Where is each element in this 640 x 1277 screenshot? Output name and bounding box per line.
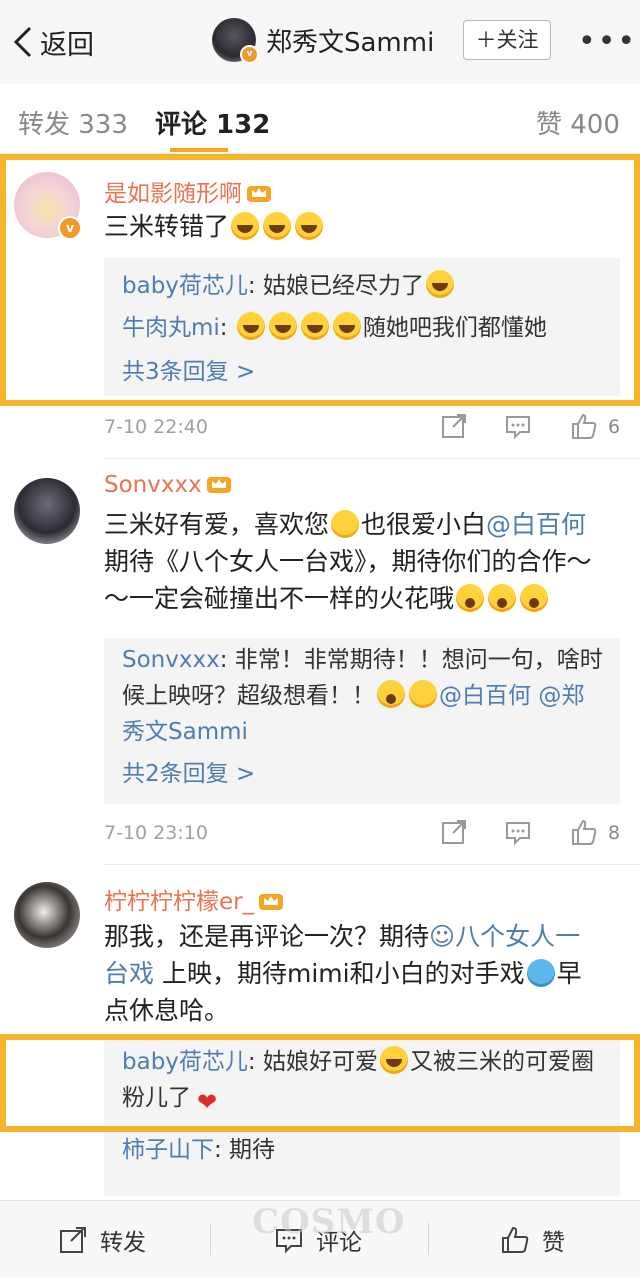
more-replies-link[interactable]: 共2条回复 > xyxy=(122,756,612,792)
comment-item: 柠柠柠柠檬er_ 那我，还是再评论一次？期待☺八个女人一台戏 上映，期待mimi… xyxy=(0,866,640,1196)
comment-time: 7-10 22:40 xyxy=(104,416,208,438)
comment-meta: 7-10 23:10 8 xyxy=(104,819,624,852)
active-tab-indicator xyxy=(170,148,228,152)
follow-button[interactable]: ＋关注 xyxy=(463,20,551,60)
comment-text-part: 期待《八个女人一台戏》，期待你们的合作～～一定会碰撞出不一样的火花哦 xyxy=(104,547,592,613)
comment-text-part: 也很爱小白 xyxy=(361,510,487,539)
comment-icon[interactable] xyxy=(504,818,532,846)
tab-like[interactable]: 赞 400 xyxy=(536,104,620,141)
back-button[interactable]: 返回 xyxy=(12,22,94,62)
top-navigation-bar: 返回 v 郑秀文Sammi ＋关注 ••• xyxy=(0,0,640,85)
chevron-left-icon xyxy=(13,26,32,58)
shock-emoji-icon xyxy=(456,584,485,612)
tab-bar: 转发 333 评论 132 赞 400 xyxy=(0,84,640,154)
page-title: 郑秀文Sammi xyxy=(266,27,435,58)
bottom-separator xyxy=(210,1223,211,1255)
reply-line: Sonvxxx: 非常！非常期待！！想问一句，啥时候上映呀？超级想看！！ @白百何… xyxy=(122,642,606,750)
tab-comment[interactable]: 评论 132 xyxy=(155,104,270,141)
reply-line: 柿子山下: 期待 xyxy=(122,1132,612,1168)
reply-text: : 期待 xyxy=(214,1137,276,1163)
comment-text: 三米好有爱，喜欢您 也很爱小白@白百何期待《八个女人一台戏》，期待你们的合作～～一… xyxy=(104,506,604,617)
comment-username[interactable]: Sonvxxx xyxy=(104,472,232,498)
watermark-logo: COSMO xyxy=(252,1202,406,1242)
like-count: 8 xyxy=(608,822,621,844)
comment-meta: 7-10 22:40 6 xyxy=(104,413,624,446)
comment-text-part: 那我，还是再评论一次？期待 xyxy=(104,922,430,951)
crown-icon xyxy=(206,477,231,493)
share-icon[interactable] xyxy=(440,818,468,846)
like-label: 赞 xyxy=(542,1230,565,1256)
comment-item: Sonvxxx 三米好有爱，喜欢您 也很爱小白@白百何期待《八个女人一台戏》，期待… xyxy=(0,460,640,865)
reply-box[interactable]: Sonvxxx: 非常！非常期待！！想问一句，啥时候上映呀？超级想看！！ @白百何… xyxy=(104,638,620,804)
more-icon[interactable]: ••• xyxy=(578,27,637,57)
doraemon-emoji-icon xyxy=(526,959,555,987)
bottom-separator xyxy=(428,1223,429,1255)
highlight-box xyxy=(0,1034,640,1132)
comment-username[interactable]: 柠柠柠柠檬er_ xyxy=(104,882,284,916)
tab-repost[interactable]: 转发 333 xyxy=(18,104,128,141)
topic-icon: ☺ xyxy=(429,922,456,951)
comment-icon[interactable] xyxy=(504,412,532,440)
username-text: 柠柠柠柠檬er_ xyxy=(104,889,255,915)
avatar[interactable] xyxy=(14,478,80,544)
verified-icon: v xyxy=(240,45,259,64)
avatar[interactable]: v xyxy=(212,18,259,64)
avatar[interactable] xyxy=(14,882,80,948)
thumbs-up-icon xyxy=(502,1226,529,1253)
highlight-box xyxy=(0,154,640,406)
repost-label: 转发 xyxy=(100,1230,146,1256)
thumbs-up-icon[interactable] xyxy=(570,818,598,846)
share-icon xyxy=(60,1227,86,1253)
kiss-emoji-icon xyxy=(331,510,360,538)
repost-button[interactable]: 转发 xyxy=(58,1223,146,1257)
mention-link[interactable]: @白百何 xyxy=(486,510,586,539)
mention-link[interactable]: @白百何 xyxy=(439,683,531,709)
back-label: 返回 xyxy=(40,29,94,61)
reply-username[interactable]: Sonvxxx xyxy=(122,647,220,673)
username-text: Sonvxxx xyxy=(104,472,202,498)
comment-text-part: 上映，期待mimi和小白的对手戏 xyxy=(161,959,525,988)
clap-emoji-icon xyxy=(409,680,437,708)
like-button[interactable]: 赞 xyxy=(500,1223,565,1257)
like-count: 6 xyxy=(608,416,621,438)
thumbs-up-icon[interactable] xyxy=(570,412,598,440)
comment-divider xyxy=(104,864,640,865)
comment-time: 7-10 23:10 xyxy=(104,822,208,844)
comment-divider xyxy=(104,458,640,459)
comment-text-part: 三米好有爱，喜欢您 xyxy=(104,510,330,539)
share-icon[interactable] xyxy=(440,412,468,440)
shock-emoji-icon xyxy=(520,584,549,612)
shock-emoji-icon xyxy=(377,680,405,708)
comment-text: 那我，还是再评论一次？期待☺八个女人一台戏 上映，期待mimi和小白的对手戏 早点… xyxy=(104,918,604,1029)
crown-icon xyxy=(259,894,284,910)
profile-title[interactable]: v 郑秀文Sammi xyxy=(212,18,435,64)
shock-emoji-icon xyxy=(488,584,517,612)
reply-username[interactable]: 柿子山下 xyxy=(122,1137,214,1163)
